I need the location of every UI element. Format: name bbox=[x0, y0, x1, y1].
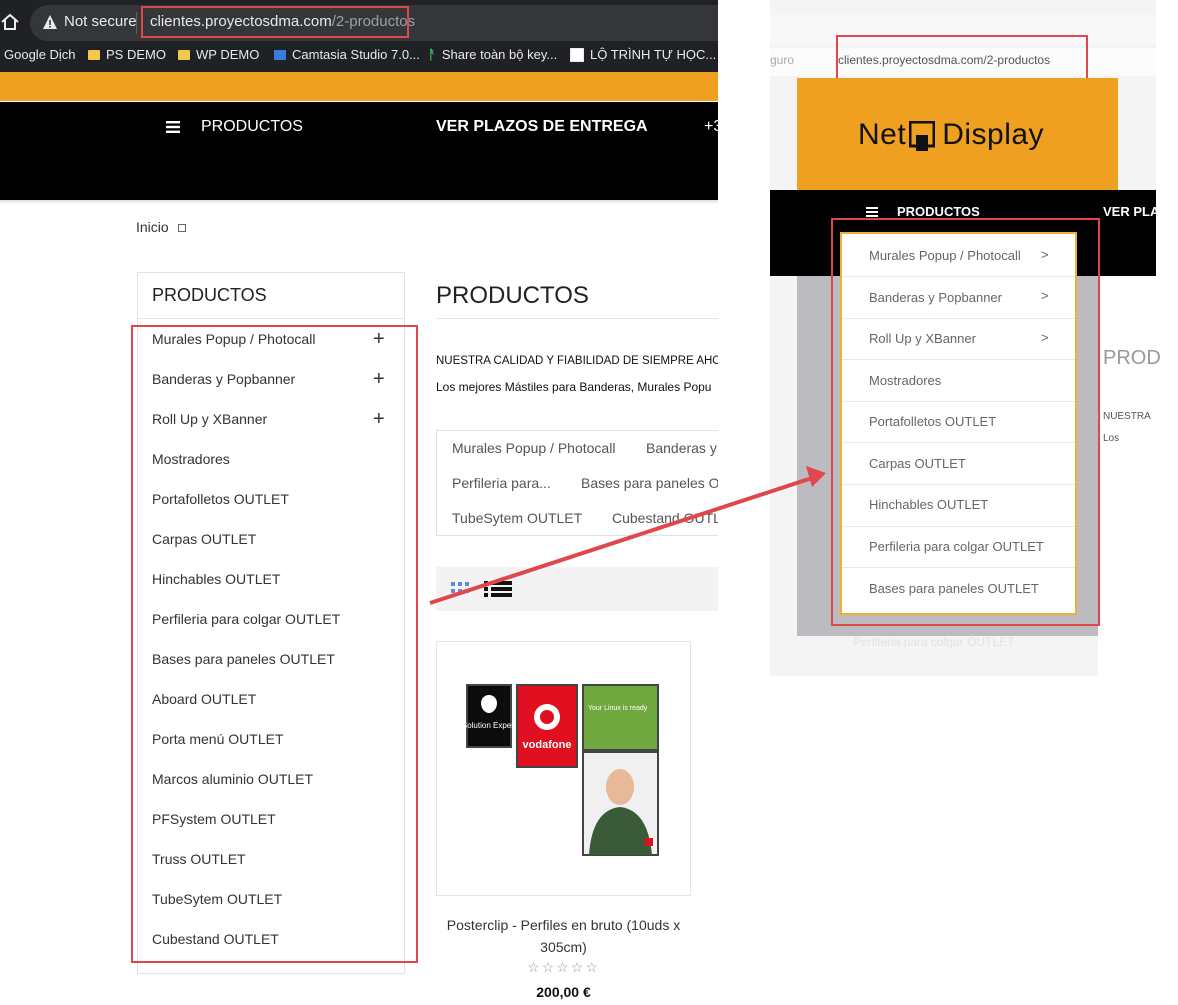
bookmark-google-dich[interactable]: Google Dịch bbox=[4, 47, 76, 62]
nav-phone-fragment[interactable]: +3 bbox=[704, 118, 718, 136]
not-secure-label[interactable]: Not secure bbox=[64, 13, 137, 30]
logo-right-text: Display bbox=[942, 118, 1045, 151]
subcategory-link[interactable]: Perfileria para... bbox=[452, 475, 551, 491]
flag-icon: ᚨ bbox=[428, 47, 436, 62]
subcategory-link[interactable]: Cubestand OUTL bbox=[612, 510, 721, 526]
bookmark-label: PS DEMO bbox=[106, 47, 166, 62]
bookmark-label: Share toàn bộ key... bbox=[441, 47, 558, 62]
product-name[interactable]: Posterclip - Perfiles en bruto (10uds x … bbox=[436, 914, 691, 958]
intro-line-1: NUESTRA CALIDAD Y FIABILIDAD DE SIEMPRE … bbox=[436, 355, 718, 367]
logo-mark-icon bbox=[909, 121, 935, 151]
page-title: PRODUCTOS bbox=[436, 282, 589, 309]
product-image[interactable]: Solution Expert vodafone Your Linux is r… bbox=[437, 642, 690, 895]
ref-url-highlight-box bbox=[836, 35, 1088, 84]
chart-icon bbox=[570, 47, 584, 62]
logo-left-text: Net bbox=[858, 118, 907, 151]
hamburger-icon[interactable] bbox=[166, 121, 180, 133]
folder-icon bbox=[178, 49, 190, 60]
bookmark-wp-demo[interactable]: WP DEMO bbox=[178, 47, 259, 62]
ref-right-column bbox=[1098, 276, 1156, 676]
subcategory-link[interactable]: Banderas y bbox=[646, 440, 717, 456]
ref-hamburger-icon bbox=[866, 207, 878, 217]
ref-nav-productos: PRODUCTOS bbox=[897, 204, 980, 219]
url-separator bbox=[136, 12, 137, 34]
subcategory-link[interactable]: Murales Popup / Photocall bbox=[452, 440, 615, 456]
sidebar-divider bbox=[138, 318, 404, 319]
bookmark-label: WP DEMO bbox=[196, 47, 260, 62]
nav-plazos-link[interactable]: VER PLAZOS DE ENTREGA bbox=[436, 118, 648, 136]
home-icon[interactable] bbox=[0, 12, 20, 32]
url-highlight-box bbox=[141, 6, 409, 38]
poster-text-vodafone: vodafone bbox=[523, 739, 572, 751]
breadcrumb-separator-icon bbox=[178, 224, 186, 232]
nav-productos-link[interactable]: PRODUCTOS bbox=[201, 118, 303, 136]
nav-shadow bbox=[0, 200, 718, 204]
warning-icon[interactable] bbox=[42, 14, 58, 30]
product-card[interactable]: Solution Expert vodafone Your Linux is r… bbox=[436, 641, 691, 896]
bookmark-lo-trinh[interactable]: LỘ TRÌNH TỰ HỌC... bbox=[570, 47, 716, 62]
ref-intro-fragment-2: Los bbox=[1103, 433, 1120, 444]
bookmark-camtasia[interactable]: Camtasia Studio 7.0... bbox=[274, 47, 420, 62]
app-icon bbox=[274, 49, 286, 60]
intro-line-2: Los mejores Mástiles para Banderas, Mura… bbox=[436, 380, 712, 394]
ref-page-title-fragment: PROD bbox=[1103, 347, 1161, 369]
poster-text-linux: Your Linux is ready bbox=[588, 705, 648, 712]
ref-nav-fragment: VER PLA bbox=[1103, 204, 1156, 219]
page-gap bbox=[718, 0, 768, 1005]
ref-url-prefix: guro bbox=[770, 53, 795, 67]
sidebar-highlight-box bbox=[131, 325, 418, 963]
bookmark-label: Camtasia Studio 7.0... bbox=[292, 47, 420, 62]
ref-intro-fragment: NUESTRA bbox=[1103, 411, 1151, 422]
bookmark-label: LỘ TRÌNH TỰ HỌC... bbox=[590, 47, 717, 62]
ref-ghost-text: Perfileria para colgar OUTLET bbox=[853, 635, 1015, 649]
ref-logo: Net Display bbox=[858, 118, 1044, 152]
ref-dropdown-highlight-box bbox=[831, 218, 1100, 626]
bookmark-ps-demo[interactable]: PS DEMO bbox=[88, 47, 166, 62]
grid-view-icon[interactable] bbox=[451, 582, 469, 596]
bookmark-share-key[interactable]: ᚨ Share toàn bộ key... bbox=[428, 47, 557, 62]
list-view-icon[interactable] bbox=[484, 581, 512, 597]
subcategory-link[interactable]: Bases para paneles O bbox=[581, 475, 720, 491]
bookmarks-bar: Google Dịch PS DEMO WP DEMO Camtasia Stu… bbox=[0, 46, 718, 72]
product-price: 200,00 € bbox=[536, 984, 591, 1000]
sidebar-title: PRODUCTOS bbox=[152, 285, 267, 305]
view-toggle-bar bbox=[436, 567, 718, 611]
title-divider bbox=[436, 318, 718, 319]
rating-stars: ☆☆☆☆☆ bbox=[527, 959, 600, 975]
breadcrumb-home-link[interactable]: Inicio bbox=[136, 219, 169, 235]
poster-text-apple: Solution Expert bbox=[462, 721, 517, 730]
site-nav-bar bbox=[0, 102, 718, 200]
bookmark-label: Google Dịch bbox=[4, 47, 76, 62]
subcategory-link[interactable]: TubeSytem OUTLET bbox=[452, 510, 582, 526]
folder-icon bbox=[88, 49, 100, 60]
site-top-strip bbox=[0, 72, 718, 101]
